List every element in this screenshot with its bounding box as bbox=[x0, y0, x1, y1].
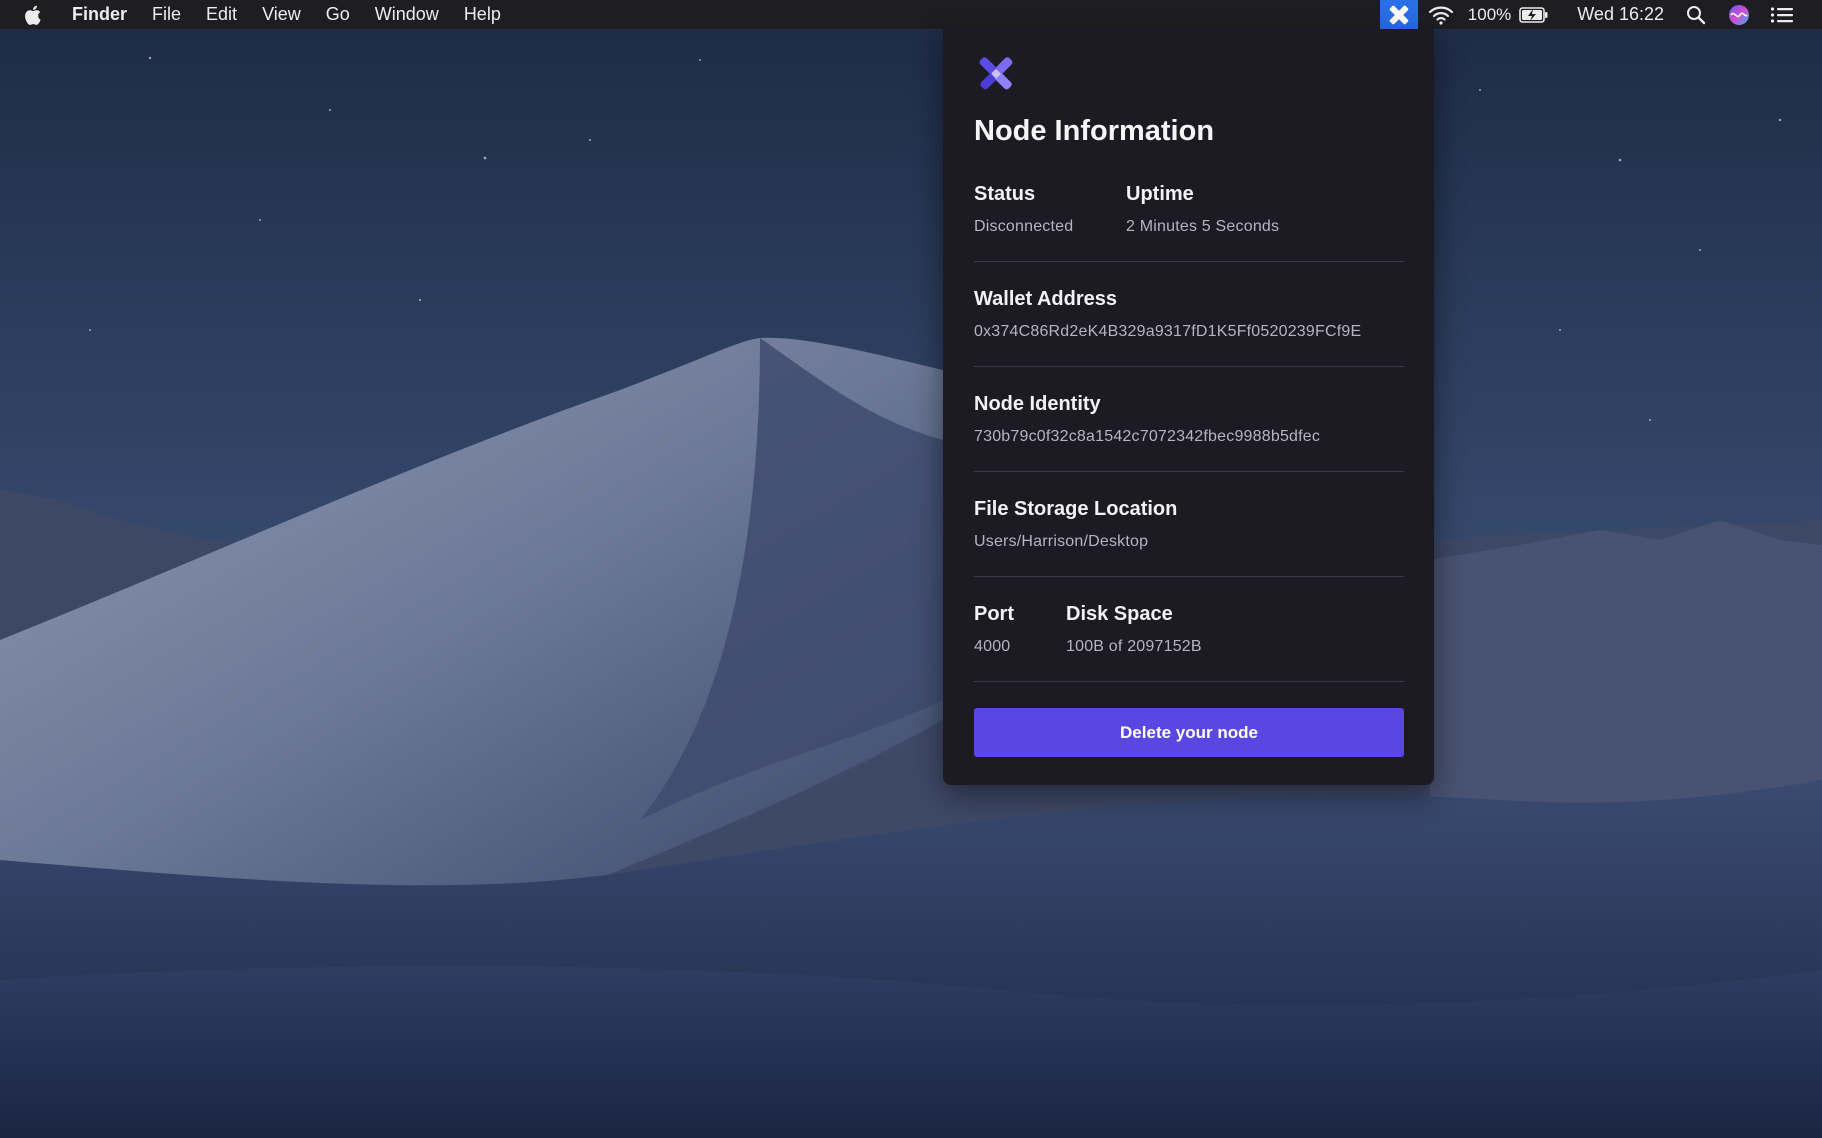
divider bbox=[974, 261, 1404, 262]
divider bbox=[974, 471, 1404, 472]
divider bbox=[974, 681, 1404, 682]
status-field: Status Disconnected bbox=[974, 183, 1073, 236]
menu-bar-left: Finder File Edit View Go Window Help bbox=[0, 0, 526, 29]
app-logo-icon bbox=[974, 51, 1018, 95]
divider bbox=[974, 366, 1404, 367]
battery-charging-icon[interactable] bbox=[1519, 6, 1549, 23]
storage-section: File Storage Location Users/Harrison/Des… bbox=[974, 498, 1404, 558]
menu-view[interactable]: View bbox=[262, 0, 301, 29]
port-label: Port bbox=[974, 603, 1014, 625]
uptime-field: Uptime 2 Minutes 5 Seconds bbox=[1126, 183, 1279, 236]
port-field: Port 4000 bbox=[974, 603, 1014, 656]
menu-bar: Finder File Edit View Go Window Help 100… bbox=[0, 0, 1822, 29]
status-value: Disconnected bbox=[974, 218, 1074, 235]
menu-window[interactable]: Window bbox=[375, 0, 439, 29]
battery-percentage: 100% bbox=[1467, 4, 1512, 24]
wallet-field: Wallet Address 0x374C86Rd2eK4B329a9317fD… bbox=[974, 288, 1361, 341]
divider bbox=[974, 576, 1404, 577]
menu-file[interactable]: File bbox=[152, 0, 181, 29]
status-label: Status bbox=[974, 183, 1036, 205]
spotlight-search-icon[interactable] bbox=[1686, 5, 1706, 25]
port-value: 4000 bbox=[974, 638, 1011, 655]
siri-icon[interactable] bbox=[1728, 4, 1750, 26]
identity-label: Node Identity bbox=[974, 393, 1101, 415]
storage-field: File Storage Location Users/Harrison/Des… bbox=[974, 498, 1177, 551]
menu-edit[interactable]: Edit bbox=[206, 0, 237, 29]
identity-field: Node Identity 730b79c0f32c8a1542c7072342… bbox=[974, 393, 1320, 446]
wifi-icon[interactable] bbox=[1428, 5, 1454, 25]
wallet-label: Wallet Address bbox=[974, 288, 1117, 310]
wallet-value: 0x374C86Rd2eK4B329a9317fD1K5Ff0520239FCf… bbox=[974, 323, 1362, 340]
desktop-wallpaper bbox=[0, 0, 1822, 1138]
node-information-panel: Node Information Status Disconnected Upt… bbox=[943, 29, 1434, 785]
wallet-section: Wallet Address 0x374C86Rd2eK4B329a9317fD… bbox=[974, 288, 1404, 348]
menu-go[interactable]: Go bbox=[326, 0, 350, 29]
notification-center-icon[interactable] bbox=[1770, 6, 1794, 24]
storage-label: File Storage Location bbox=[974, 498, 1178, 520]
node-app-icon[interactable] bbox=[1379, 0, 1418, 29]
desktop: Finder File Edit View Go Window Help 100… bbox=[0, 0, 1822, 1138]
status-section: Status Disconnected Uptime 2 Minutes 5 S… bbox=[974, 183, 1404, 243]
identity-section: Node Identity 730b79c0f32c8a1542c7072342… bbox=[974, 393, 1404, 453]
delete-node-button[interactable]: Delete your node bbox=[974, 708, 1404, 757]
disk-value: 100B of 2097152B bbox=[1066, 638, 1202, 655]
disk-field: Disk Space 100B of 2097152B bbox=[1066, 603, 1202, 656]
menu-bar-right: 100% Wed 16:22 bbox=[1379, 0, 1822, 29]
identity-value: 730b79c0f32c8a1542c7072342fbec9988b5dfec bbox=[974, 428, 1321, 445]
uptime-label: Uptime bbox=[1126, 183, 1194, 205]
menu-clock[interactable]: Wed 16:22 bbox=[1577, 4, 1664, 25]
menu-help[interactable]: Help bbox=[464, 0, 501, 29]
disk-label: Disk Space bbox=[1066, 603, 1173, 625]
uptime-value: 2 Minutes 5 Seconds bbox=[1126, 218, 1280, 235]
port-disk-section: Port 4000 Disk Space 100B of 2097152B bbox=[974, 603, 1404, 663]
panel-title: Node Information bbox=[974, 115, 1215, 147]
menu-app-name[interactable]: Finder bbox=[72, 0, 127, 29]
apple-icon[interactable] bbox=[24, 4, 50, 26]
storage-value: Users/Harrison/Desktop bbox=[974, 533, 1149, 550]
